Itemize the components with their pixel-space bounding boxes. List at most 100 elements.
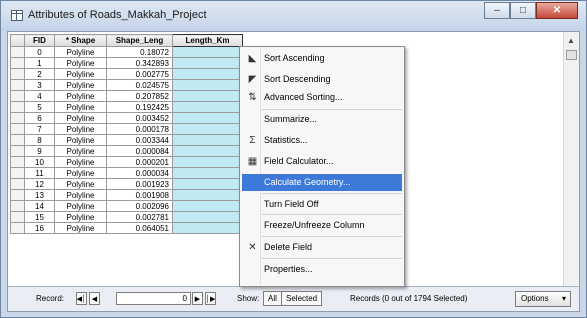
cell-shape[interactable]: Polyline xyxy=(54,189,107,201)
cell-length-km[interactable] xyxy=(172,112,243,124)
cell-length-km[interactable] xyxy=(172,46,243,58)
show-all-button[interactable]: All xyxy=(263,291,282,306)
row-selector-header[interactable] xyxy=(10,34,25,47)
cell-length-km[interactable] xyxy=(172,178,243,190)
column-header-fid[interactable]: FID xyxy=(24,34,55,47)
cell-shape[interactable]: Polyline xyxy=(54,46,107,58)
cell-shape-leng[interactable]: 0.064051 xyxy=(106,222,173,234)
minimize-button[interactable]: – xyxy=(484,2,510,19)
menu-item-freeze-unfreeze-column[interactable]: Freeze/Unfreeze Column xyxy=(242,217,402,234)
cell-length-km[interactable] xyxy=(172,79,243,91)
last-record-button[interactable]: │▶ xyxy=(205,292,216,305)
row-selector[interactable] xyxy=(10,156,25,168)
close-button[interactable]: ✕ xyxy=(536,2,578,19)
cell-shape-leng[interactable]: 0.003344 xyxy=(106,134,173,146)
maximize-button[interactable]: □ xyxy=(510,2,536,19)
menu-item-statistics[interactable]: Σ Statistics... xyxy=(242,132,402,149)
table-row[interactable]: 16 Polyline 0.064051 xyxy=(10,222,243,234)
row-selector[interactable] xyxy=(10,46,25,58)
title-bar[interactable]: Attributes of Roads_Makkah_Project – □ ✕ xyxy=(1,1,586,31)
cell-length-km[interactable] xyxy=(172,101,243,113)
menu-item-sort-descending[interactable]: ◤ Sort Descending xyxy=(242,71,402,88)
cell-fid[interactable]: 14 xyxy=(24,200,55,212)
show-selected-button[interactable]: Selected xyxy=(281,291,323,306)
cell-fid[interactable]: 0 xyxy=(24,46,55,58)
table-row[interactable]: 2 Polyline 0.002775 xyxy=(10,68,243,80)
column-header-shape-leng[interactable]: Shape_Leng xyxy=(106,34,173,47)
table-row[interactable]: 11 Polyline 0.000034 xyxy=(10,167,243,179)
cell-fid[interactable]: 13 xyxy=(24,189,55,201)
cell-shape-leng[interactable]: 0.002775 xyxy=(106,68,173,80)
table-row[interactable]: 0 Polyline 0.18072 xyxy=(10,46,243,58)
first-record-button[interactable]: ◀│ xyxy=(76,292,87,305)
vertical-scrollbar[interactable]: ▲ xyxy=(563,32,579,286)
table-row[interactable]: 12 Polyline 0.001923 xyxy=(10,178,243,190)
table-row[interactable]: 8 Polyline 0.003344 xyxy=(10,134,243,146)
cell-fid[interactable]: 8 xyxy=(24,134,55,146)
cell-shape-leng[interactable]: 0.002096 xyxy=(106,200,173,212)
cell-fid[interactable]: 12 xyxy=(24,178,55,190)
cell-shape-leng[interactable]: 0.000201 xyxy=(106,156,173,168)
table-row[interactable]: 14 Polyline 0.002096 xyxy=(10,200,243,212)
cell-fid[interactable]: 6 xyxy=(24,112,55,124)
row-selector[interactable] xyxy=(10,222,25,234)
cell-shape-leng[interactable]: 0.003452 xyxy=(106,112,173,124)
cell-length-km[interactable] xyxy=(172,222,243,234)
row-selector[interactable] xyxy=(10,211,25,223)
cell-length-km[interactable] xyxy=(172,68,243,80)
cell-shape-leng[interactable]: 0.342893 xyxy=(106,57,173,69)
cell-length-km[interactable] xyxy=(172,145,243,157)
cell-shape-leng[interactable]: 0.024575 xyxy=(106,79,173,91)
cell-length-km[interactable] xyxy=(172,134,243,146)
cell-fid[interactable]: 9 xyxy=(24,145,55,157)
row-selector[interactable] xyxy=(10,145,25,157)
table-row[interactable]: 5 Polyline 0.192425 xyxy=(10,101,243,113)
cell-shape[interactable]: Polyline xyxy=(54,200,107,212)
table-row[interactable]: 10 Polyline 0.000201 xyxy=(10,156,243,168)
menu-item-advanced-sorting[interactable]: ⇅ Advanced Sorting... xyxy=(242,89,402,106)
cell-fid[interactable]: 3 xyxy=(24,79,55,91)
cell-length-km[interactable] xyxy=(172,123,243,135)
cell-shape[interactable]: Polyline xyxy=(54,90,107,102)
scroll-thumb[interactable] xyxy=(566,50,577,60)
previous-record-button[interactable]: ◀ xyxy=(89,292,100,305)
row-selector[interactable] xyxy=(10,123,25,135)
cell-shape[interactable]: Polyline xyxy=(54,211,107,223)
cell-fid[interactable]: 7 xyxy=(24,123,55,135)
cell-shape[interactable]: Polyline xyxy=(54,156,107,168)
row-selector[interactable] xyxy=(10,79,25,91)
cell-shape[interactable]: Polyline xyxy=(54,79,107,91)
cell-length-km[interactable] xyxy=(172,189,243,201)
cell-shape-leng[interactable]: 0.18072 xyxy=(106,46,173,58)
menu-item-calculate-geometry[interactable]: Calculate Geometry... xyxy=(242,174,402,191)
cell-shape[interactable]: Polyline xyxy=(54,112,107,124)
menu-item-field-calculator[interactable]: ▦ Field Calculator... xyxy=(242,153,402,170)
table-row[interactable]: 4 Polyline 0.207852 xyxy=(10,90,243,102)
row-selector[interactable] xyxy=(10,68,25,80)
table-row[interactable]: 7 Polyline 0.000178 xyxy=(10,123,243,135)
cell-fid[interactable]: 1 xyxy=(24,57,55,69)
cell-shape-leng[interactable]: 0.000034 xyxy=(106,167,173,179)
row-selector[interactable] xyxy=(10,178,25,190)
next-record-button[interactable]: ▶ xyxy=(192,292,203,305)
table-row[interactable]: 1 Polyline 0.342893 xyxy=(10,57,243,69)
cell-length-km[interactable] xyxy=(172,200,243,212)
cell-fid[interactable]: 15 xyxy=(24,211,55,223)
cell-shape-leng[interactable]: 0.207852 xyxy=(106,90,173,102)
cell-shape-leng[interactable]: 0.001923 xyxy=(106,178,173,190)
cell-fid[interactable]: 5 xyxy=(24,101,55,113)
cell-fid[interactable]: 11 xyxy=(24,167,55,179)
table-row[interactable]: 13 Polyline 0.001908 xyxy=(10,189,243,201)
row-selector[interactable] xyxy=(10,112,25,124)
cell-shape-leng[interactable]: 0.000178 xyxy=(106,123,173,135)
column-header-length-km[interactable]: Length_Km xyxy=(172,34,243,47)
row-selector[interactable] xyxy=(10,167,25,179)
cell-shape[interactable]: Polyline xyxy=(54,222,107,234)
row-selector[interactable] xyxy=(10,90,25,102)
row-selector[interactable] xyxy=(10,189,25,201)
cell-shape[interactable]: Polyline xyxy=(54,167,107,179)
cell-shape-leng[interactable]: 0.001908 xyxy=(106,189,173,201)
cell-fid[interactable]: 16 xyxy=(24,222,55,234)
menu-item-delete-field[interactable]: ✕ Delete Field xyxy=(242,239,402,256)
cell-length-km[interactable] xyxy=(172,57,243,69)
